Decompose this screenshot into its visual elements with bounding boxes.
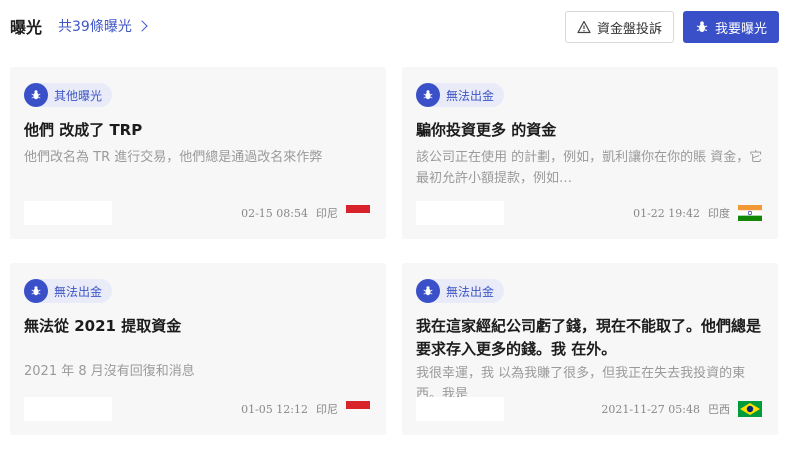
card-title: 他們 改成了 TRP [24, 121, 143, 139]
card-meta: 01-22 19:42 印度 [633, 205, 762, 221]
category-badge-label: 無法出金 [54, 284, 103, 299]
page-title: 曝光 [10, 18, 43, 37]
exposure-card[interactable]: 無法出金 無法從 2021 提取資金 2021 年 8 月沒有回復和消息 01-… [10, 263, 386, 435]
redacted-block [24, 397, 112, 421]
card-meta: 02-15 08:54 印尼 [241, 205, 370, 221]
post-time: 01-22 19:42 [633, 206, 700, 220]
exposure-card[interactable]: 無法出金 騙你投資更多 的資金 該公司正在使用 的計劃，例如，凱利讓你在你的賬 … [402, 67, 778, 239]
brazil-flag-icon [738, 401, 762, 417]
expose-button-label: 我要曝光 [714, 21, 767, 37]
category-badge: 無法出金 [24, 279, 113, 303]
redacted-block [416, 201, 504, 225]
country-label: 印尼 [316, 403, 338, 416]
chevron-right-icon [136, 20, 148, 32]
card-meta: 01-05 12:12 印尼 [241, 401, 370, 417]
post-time: 02-15 08:54 [241, 206, 308, 220]
indonesia-flag-icon [346, 401, 370, 417]
card-meta: 2021-11-27 05:48 巴西 [601, 401, 762, 417]
page-header: 曝光 共39條曝光 資金盤投訴 我要曝光 [0, 0, 800, 56]
post-time: 2021-11-27 05:48 [601, 402, 700, 416]
card-title: 無法從 2021 提取資金 [24, 317, 182, 335]
country-label: 印尼 [316, 207, 338, 220]
card-description: 該公司正在使用 的計劃，例如，凱利讓你在你的賬 資金，它最初允許小額提款，例如… [416, 150, 763, 186]
fund-scheme-complaint-label: 資金盤投訴 [596, 21, 662, 37]
redacted-block [416, 397, 504, 421]
card-title: 騙你投資更多 的資金 [416, 121, 557, 139]
expose-button[interactable]: 我要曝光 [683, 11, 779, 43]
redacted-block [24, 201, 112, 225]
card-description: 他們改名為 TR 進行交易，他們總是通過改名來作弊 [24, 150, 323, 165]
country-label: 印度 [708, 207, 730, 220]
exposure-count-label: 共39條曝光 [58, 19, 132, 35]
card-title: 我在這家經紀公司虧了錢，現在不能取了。他們總是要求存入更多的錢。我 在外。 [416, 317, 762, 358]
category-badge-label: 無法出金 [446, 284, 495, 299]
bug-icon [416, 279, 440, 303]
category-badge-label: 無法出金 [446, 88, 495, 103]
bug-icon [24, 279, 48, 303]
card-description: 2021 年 8 月沒有回復和消息 [24, 364, 195, 379]
exposure-count-link[interactable]: 共39條曝光 [58, 16, 148, 36]
indonesia-flag-icon [346, 205, 370, 221]
country-label: 巴西 [708, 403, 730, 416]
india-flag-icon [738, 205, 762, 221]
bug-icon [695, 20, 709, 34]
warning-triangle-icon [577, 20, 591, 34]
post-time: 01-05 12:12 [241, 402, 308, 416]
exposure-card[interactable]: 其他曝光 他們 改成了 TRP 他們改名為 TR 進行交易，他們總是通過改名來作… [10, 67, 386, 239]
exposure-card[interactable]: 無法出金 我在這家經紀公司虧了錢，現在不能取了。他們總是要求存入更多的錢。我 在… [402, 263, 778, 435]
category-badge-label: 其他曝光 [54, 88, 103, 103]
bug-icon [24, 83, 48, 107]
category-badge: 其他曝光 [24, 83, 113, 107]
bug-icon [416, 83, 440, 107]
category-badge: 無法出金 [416, 279, 505, 303]
category-badge: 無法出金 [416, 83, 505, 107]
fund-scheme-complaint-button[interactable]: 資金盤投訴 [565, 11, 674, 43]
